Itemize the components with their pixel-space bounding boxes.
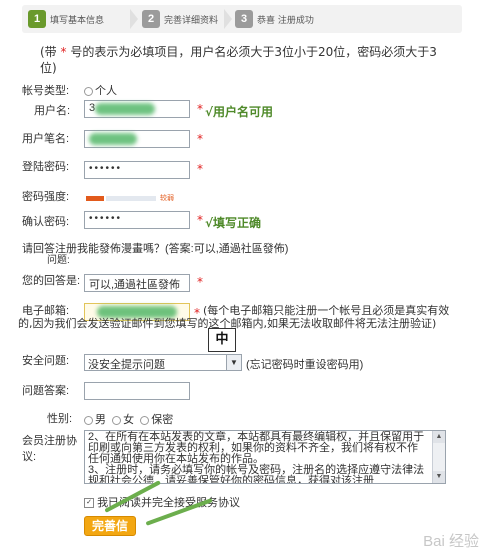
account-type-text: 个人 bbox=[95, 85, 117, 97]
gender-female-text: 女 bbox=[123, 414, 135, 426]
security-answer-input[interactable] bbox=[84, 382, 190, 400]
password-required: * bbox=[197, 162, 203, 176]
agreement-scrollbar[interactable]: ▲ ▼ bbox=[432, 431, 445, 483]
security-question-select[interactable]: 没安全提示问题 ▼ bbox=[84, 354, 242, 371]
nickname-input[interactable] bbox=[84, 130, 190, 148]
strength-meter bbox=[86, 196, 156, 202]
submit-button[interactable]: 完善信 bbox=[84, 516, 136, 536]
strength-bar-weak bbox=[86, 196, 104, 201]
agreement-text: 2、在所有在本站发表的文章，本站都具有最终编辑权，并且保留用于印刷或向第三方发表… bbox=[88, 431, 425, 484]
answer-required: * bbox=[197, 275, 203, 289]
step-1-icon: 1 bbox=[28, 10, 46, 28]
step-1-label: 填写基本信息 bbox=[50, 15, 105, 26]
confirm-status: √填写正确 bbox=[205, 216, 262, 230]
security-question-hint: (忘记密码时重设密码用) bbox=[246, 359, 364, 371]
ime-indicator: 中 bbox=[208, 328, 236, 352]
security-question-label: 安全问题: bbox=[22, 355, 70, 367]
email-note: (每个电子邮箱只能注册一个帐号且必须是真实有效的,因为我们会发送验证邮件到您填写… bbox=[18, 304, 450, 330]
gender-label: 性别: bbox=[47, 413, 73, 425]
account-type-label: 帐号类型: bbox=[22, 85, 70, 97]
confirm-required: * bbox=[197, 213, 203, 227]
account-type-value: 个人 bbox=[84, 82, 117, 98]
security-answer-label: 问题答案: bbox=[22, 385, 70, 397]
gender-male-text: 男 bbox=[95, 414, 106, 426]
username-label: 用户名: bbox=[34, 105, 71, 117]
agreement-textarea[interactable]: 2、在所有在本站发表的文章，本站都具有最终编辑权，并且保留用于印刷或向第三方发表… bbox=[84, 430, 446, 484]
step-1: 1 填写基本信息 bbox=[28, 5, 104, 33]
gender-radio-female[interactable] bbox=[112, 415, 122, 425]
strength-label: 密码强度: bbox=[22, 191, 70, 203]
step-3: 3 恭喜 注册成功 bbox=[235, 5, 314, 33]
agreement-label: 会员注册协议: bbox=[22, 435, 77, 463]
step-separator-icon bbox=[130, 9, 138, 29]
strength-level-text: 较弱 bbox=[160, 194, 174, 202]
answer-input[interactable]: 可以,通過社區發佈 bbox=[84, 274, 190, 292]
scroll-down-icon[interactable]: ▼ bbox=[433, 471, 445, 483]
username-input[interactable]: 3 bbox=[84, 100, 190, 118]
step-2: 2 完善详细资料 bbox=[142, 5, 218, 33]
answer-label: 您的回答是: bbox=[22, 275, 81, 287]
gender-secret-text: 保密 bbox=[151, 414, 174, 426]
note-after: 号的表示为必填项目，用户名必须大于3位小于20位，密码必须大于3位) bbox=[40, 45, 437, 75]
step-3-label: 恭喜 注册成功 bbox=[257, 15, 314, 26]
step-separator-icon bbox=[224, 9, 232, 29]
strength-bar-rest bbox=[106, 196, 156, 201]
registration-steps: 1 填写基本信息 2 完善详细资料 3 恭喜 注册成功 bbox=[22, 5, 462, 33]
confirm-input[interactable]: •••••• bbox=[84, 211, 190, 229]
chevron-down-icon[interactable]: ▼ bbox=[226, 355, 241, 370]
nickname-label: 用户笔名: bbox=[22, 133, 70, 145]
note-before: (带 bbox=[40, 45, 61, 59]
account-type-radio[interactable] bbox=[84, 86, 93, 96]
nickname-required: * bbox=[197, 132, 203, 146]
agree-checkbox[interactable]: ✓ bbox=[84, 498, 94, 509]
step-2-label: 完善详细资料 bbox=[164, 15, 219, 26]
redaction-blur bbox=[95, 103, 155, 115]
password-input[interactable]: •••••• bbox=[84, 161, 190, 179]
redaction-blur bbox=[89, 133, 137, 145]
step-3-icon: 3 bbox=[235, 10, 253, 28]
scroll-up-icon[interactable]: ▲ bbox=[433, 431, 445, 443]
username-required: * bbox=[197, 102, 203, 116]
question-sub: 问题: bbox=[47, 255, 70, 266]
confirm-label: 确认密码: bbox=[22, 216, 70, 228]
watermark: Bai 经验 bbox=[423, 533, 479, 550]
security-question-value: 没安全提示问题 bbox=[88, 359, 165, 371]
step-2-icon: 2 bbox=[142, 10, 160, 28]
password-label: 登陆密码: bbox=[22, 161, 70, 173]
username-status: √用户名可用 bbox=[205, 105, 274, 119]
gender-radio-secret[interactable] bbox=[140, 415, 150, 425]
gender-options: 男 女 保密 bbox=[84, 411, 173, 427]
gender-radio-male[interactable] bbox=[84, 415, 93, 425]
required-note: (带 * 号的表示为必填项目，用户名必须大于3位小于20位，密码必须大于3位) bbox=[40, 44, 450, 76]
